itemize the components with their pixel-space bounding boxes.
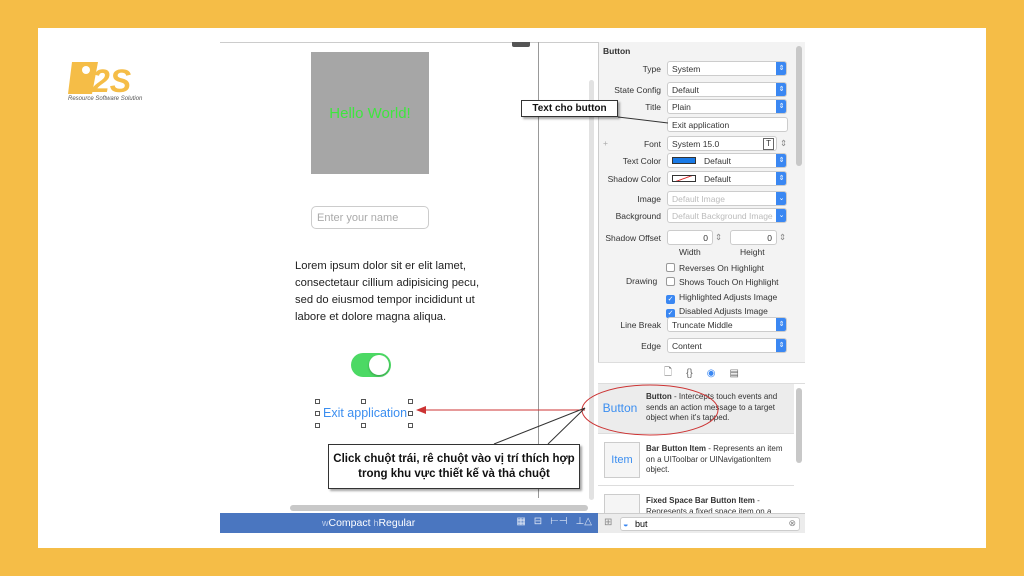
drag-callout: Click chuột trái, rê chuột vào vị trí th…: [328, 444, 580, 489]
highlight-ellipse: [581, 384, 719, 436]
annotation-overlay: [416, 116, 719, 445]
title-callout: Text cho button: [521, 100, 618, 117]
arrow-head: [416, 406, 426, 414]
title-callout-pointer: [617, 116, 669, 124]
drag-callout-pointer: [493, 407, 586, 445]
